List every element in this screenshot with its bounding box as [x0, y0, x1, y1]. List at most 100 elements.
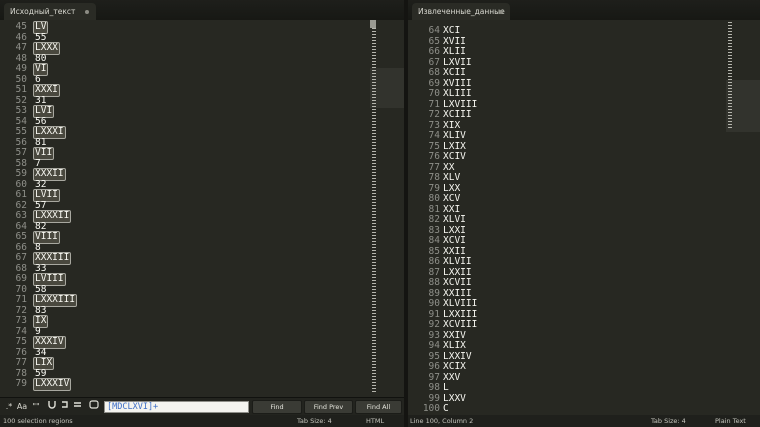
highlight-matches-icon[interactable]	[88, 400, 100, 413]
code-line[interactable]: 92 XCVIII	[408, 319, 748, 331]
line-number: 100	[422, 403, 440, 414]
code-line[interactable]: 48 80	[0, 53, 340, 65]
code-line[interactable]: 67 XXXIII	[0, 252, 340, 265]
code-line[interactable]: 51 XXXI	[0, 84, 340, 97]
code-line[interactable]: 53 LVI	[0, 105, 340, 118]
line-text: XCV	[443, 193, 461, 204]
unsaved-dot-icon[interactable]	[85, 10, 89, 14]
code-line[interactable]: 99 LXXV	[408, 393, 748, 405]
minimap-text	[372, 22, 376, 392]
code-line[interactable]: 90 XLVIII	[408, 298, 748, 310]
left-minimap[interactable]	[370, 20, 404, 415]
line-number: 73	[15, 315, 27, 326]
code-line[interactable]: 94 XLIX	[408, 340, 748, 352]
line-text: XLIV	[443, 130, 466, 141]
line-number: 64	[428, 25, 440, 36]
code-line[interactable]: 72 XCIII	[408, 109, 748, 121]
syntax-indicator[interactable]: Plain Text	[715, 415, 746, 427]
code-line[interactable]: 49 VI	[0, 63, 340, 76]
unsaved-dot-icon[interactable]	[499, 10, 503, 14]
tab-size-indicator[interactable]: Tab Size: 4	[297, 415, 332, 427]
code-line[interactable]: 76 XCIV	[408, 151, 748, 163]
line-text: XLVIII	[443, 298, 478, 309]
case-sensitive-toggle[interactable]: Aa	[16, 400, 28, 413]
code-line[interactable]: 96 XCIX	[408, 361, 748, 373]
selected-match: VII	[32, 147, 55, 160]
tab-extracted-data[interactable]: Извлеченные_данные	[412, 3, 510, 20]
selected-match: LXXXIV	[32, 378, 72, 391]
code-line[interactable]: 80 XCV	[408, 193, 748, 205]
line-number: 98	[428, 382, 440, 393]
code-line[interactable]: 69 LVIII	[0, 273, 340, 286]
code-line[interactable]: 82 XLVI	[408, 214, 748, 226]
line-number: 67	[15, 252, 27, 263]
code-line[interactable]: 65 VIII	[0, 231, 340, 244]
code-line[interactable]: 71 LXXXIII	[0, 294, 340, 307]
right-status-bar: Line 100, Column 2 Tab Size: 4 Plain Tex…	[408, 415, 760, 427]
selected-match: LXXXII	[32, 210, 72, 223]
code-line[interactable]: 100 C	[408, 403, 748, 415]
line-text: XLVI	[443, 214, 466, 225]
line-number: 51	[15, 84, 27, 95]
code-line[interactable]: 86 XLVII	[408, 256, 748, 268]
cursor-position: Line 100, Column 2	[410, 417, 474, 425]
line-number: 79	[15, 378, 27, 389]
line-number: 82	[428, 214, 440, 225]
code-line[interactable]: 73 IX	[0, 315, 340, 328]
code-line[interactable]: 75 XXXIV	[0, 336, 340, 349]
line-number: 76	[428, 151, 440, 162]
code-line[interactable]: 45 LV	[0, 21, 340, 34]
wrap-icon[interactable]	[58, 400, 70, 413]
code-line[interactable]: 84 XCVI	[408, 235, 748, 247]
regex-toggle[interactable]: .*	[3, 400, 15, 413]
tab-title: Исходный_текст	[10, 7, 76, 16]
code-line[interactable]: 70 XLIII	[408, 88, 748, 100]
selected-match: LVII	[33, 189, 60, 202]
left-editor-pane[interactable]: Исходный_текст 45 LV 46 55 47 LXXX 48 80 49 VI 50 6…	[0, 0, 404, 415]
line-number: 66	[428, 46, 440, 57]
right-minimap[interactable]	[726, 20, 760, 415]
code-line[interactable]: 55 LXXXI	[0, 126, 340, 139]
line-number: 61	[15, 189, 27, 200]
code-line[interactable]: 64 XCI	[408, 25, 748, 37]
syntax-indicator[interactable]: HTML	[366, 415, 384, 427]
minimap-cursor-marker	[370, 20, 376, 28]
selected-match: LV	[32, 21, 49, 34]
code-line[interactable]: 78 XLV	[408, 172, 748, 184]
line-number: 71	[15, 294, 27, 305]
tab-source-text[interactable]: Исходный_текст	[4, 3, 96, 20]
whole-word-toggle[interactable]: ""	[30, 400, 42, 413]
line-number: 70	[428, 88, 440, 99]
line-text: XCVIII	[443, 319, 478, 330]
code-line[interactable]: 72 83	[0, 305, 340, 317]
line-number: 84	[428, 235, 440, 246]
code-line[interactable]: 77 LIX	[0, 357, 340, 370]
code-line[interactable]: 66 XLII	[408, 46, 748, 58]
code-line[interactable]: 79 LXXXIV	[0, 378, 340, 391]
in-selection-icon[interactable]	[71, 400, 83, 413]
find-prev-button[interactable]: Find Prev	[304, 400, 353, 414]
code-line[interactable]: 57 VII	[0, 147, 340, 160]
line-number: 59	[15, 168, 27, 179]
line-text: XLII	[443, 46, 466, 57]
line-number: 45	[15, 21, 27, 32]
find-all-button[interactable]: Find All	[355, 400, 402, 414]
find-input[interactable]: [MDCLXVI]+	[104, 401, 249, 413]
line-number: 72	[428, 109, 440, 120]
find-button[interactable]: Find	[252, 400, 302, 414]
right-editor-pane[interactable]: Извлеченные_данные 64 XCI 65 XVII 66 XLII 67 LX…	[408, 0, 760, 415]
code-line[interactable]: 61 LVII	[0, 189, 340, 202]
code-line[interactable]: 97 XXV	[408, 372, 748, 384]
tab-size-indicator[interactable]: Tab Size: 4	[651, 415, 686, 427]
code-line[interactable]: 47 LXXX	[0, 42, 340, 55]
reverse-direction-icon[interactable]	[46, 400, 58, 413]
code-line[interactable]: 98 L	[408, 382, 748, 394]
code-line[interactable]: 68 XCII	[408, 67, 748, 79]
code-line[interactable]: 59 XXXII	[0, 168, 340, 181]
selected-match: LXXXIII	[32, 294, 78, 307]
code-line[interactable]: 88 XCVII	[408, 277, 748, 289]
code-line[interactable]: 63 LXXXII	[0, 210, 340, 223]
code-line[interactable]: 74 XLIV	[408, 130, 748, 142]
line-text: XCI	[443, 25, 461, 36]
line-number: 77	[15, 357, 27, 368]
